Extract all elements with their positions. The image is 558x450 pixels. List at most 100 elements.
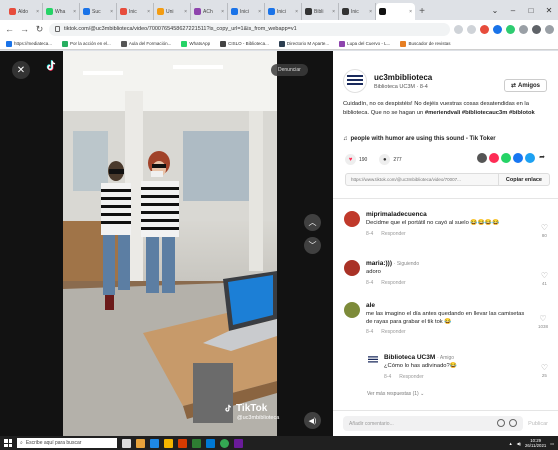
reply-author[interactable]: Biblioteca UC3M	[384, 354, 435, 361]
app-icon[interactable]	[136, 438, 145, 448]
new-tab-button[interactable]: +	[415, 3, 429, 20]
browser-tab[interactable]: Inici ×	[265, 3, 302, 20]
tab-close-icon[interactable]: ×	[221, 9, 224, 15]
reply-button[interactable]: Responder	[381, 280, 405, 286]
browser-tab[interactable]: Inic ×	[339, 3, 376, 20]
copy-link-button[interactable]: Copiar enlace	[497, 174, 549, 185]
hashtags[interactable]: #meriendvali #bibliotecauc3m #biblotok	[425, 110, 535, 116]
comment-like[interactable]: ♡ 41	[541, 271, 548, 286]
author-username[interactable]: uc3mbiblioteca	[374, 73, 432, 82]
app-icon[interactable]	[178, 438, 187, 448]
heart-icon[interactable]: ♡	[539, 314, 546, 323]
tab-close-icon[interactable]: ×	[258, 9, 261, 15]
share-icon[interactable]	[454, 24, 463, 34]
twitter-icon[interactable]	[525, 153, 535, 163]
taskbar-search[interactable]: ⌕ Escribe aquí para buscar	[17, 438, 117, 448]
puzzle-icon[interactable]	[519, 24, 528, 34]
commenter-avatar[interactable]	[344, 302, 360, 318]
browser-tab[interactable]: Inic ×	[117, 3, 154, 20]
browser-tab[interactable]: Wha ×	[43, 3, 80, 20]
comment-like[interactable]: ♡ 80	[541, 223, 548, 238]
share-friends-icon[interactable]	[489, 153, 499, 163]
clock[interactable]: 10:29 26/11/2021	[525, 438, 546, 448]
tab-close-icon[interactable]: ×	[184, 9, 187, 15]
forward-button[interactable]: →	[19, 24, 30, 35]
commenter-avatar[interactable]	[344, 260, 360, 276]
app-icon[interactable]	[234, 438, 243, 448]
more-replies-link[interactable]: Ver más respuestas (1) ⌄	[367, 391, 424, 397]
comment-like[interactable]: ♡ 1038	[538, 314, 548, 329]
notifications-icon[interactable]: ▭	[550, 441, 554, 446]
close-window-button[interactable]: ✕	[540, 0, 558, 20]
emoji-icon[interactable]	[509, 418, 518, 427]
tab-close-icon[interactable]: ×	[73, 9, 76, 15]
chrome-icon[interactable]	[220, 438, 229, 448]
network-icon[interactable]: ▲	[509, 441, 513, 446]
video-player[interactable]	[63, 51, 277, 436]
commenter-name[interactable]: ale	[366, 302, 375, 309]
tab-search-icon[interactable]: ⌄	[486, 0, 504, 20]
previous-video-button[interactable]: ︿	[304, 214, 321, 231]
app-icon[interactable]	[164, 438, 173, 448]
maximize-button[interactable]: □	[522, 0, 540, 20]
author-info[interactable]: uc3mbiblioteca Biblioteca UC3M · 8-4	[343, 69, 432, 93]
bookmark-item[interactable]: https://mediateca...	[6, 40, 52, 47]
commenter-name[interactable]: maria:)))	[366, 260, 392, 267]
reload-button[interactable]: ↻	[34, 24, 45, 35]
facebook-icon[interactable]	[513, 153, 523, 163]
bookmark-item[interactable]: CISLO - Biblioteca...	[220, 40, 269, 47]
reply-button[interactable]: Responder	[381, 329, 405, 335]
tab-close-icon[interactable]: ×	[36, 9, 39, 15]
app-icon[interactable]	[192, 438, 201, 448]
reply-like[interactable]: ♡ 25	[541, 363, 548, 378]
menu-icon[interactable]	[545, 24, 554, 34]
bookmark-item[interactable]: Directorio M Aparte...	[278, 40, 329, 47]
post-comment-button[interactable]: Publicar	[528, 421, 548, 427]
mention-icon[interactable]	[496, 418, 505, 427]
bookmark-star-icon[interactable]	[467, 24, 476, 34]
report-button[interactable]: Denunciar	[271, 64, 308, 76]
browser-tab[interactable]: Bibli ×	[302, 3, 339, 20]
commenter-avatar[interactable]	[344, 211, 360, 227]
bookmark-item[interactable]: Buscador de revistas	[400, 40, 450, 47]
browser-tab[interactable]: Uni ×	[154, 3, 191, 20]
back-button[interactable]: ←	[4, 24, 15, 35]
friends-button[interactable]: ⇄ Amigos	[503, 79, 547, 92]
music-link[interactable]: ♫ people with humor are using this sound…	[343, 136, 496, 142]
app-icon[interactable]	[206, 438, 215, 448]
embed-icon[interactable]	[477, 153, 487, 163]
heart-icon[interactable]: ♡	[541, 271, 548, 280]
tab-close-icon[interactable]: ×	[409, 9, 412, 15]
next-video-button[interactable]: ﹀	[304, 237, 321, 254]
author-avatar[interactable]	[343, 69, 367, 93]
reply-avatar[interactable]	[367, 354, 379, 366]
browser-tab[interactable]: Inici ×	[228, 3, 265, 20]
whatsapp-icon[interactable]	[501, 153, 511, 163]
bookmark-item[interactable]: Aula del Formación...	[120, 40, 171, 47]
comment-icon[interactable]: ●	[379, 154, 391, 165]
post-link[interactable]: https://www.tiktok.com/@uc3mbiblioteca/v…	[346, 177, 498, 182]
browser-tab[interactable]: ×	[376, 3, 415, 20]
volume-icon[interactable]: ◀)	[304, 412, 321, 429]
extension-icon[interactable]	[506, 24, 515, 34]
tab-close-icon[interactable]: ×	[332, 9, 335, 15]
tab-close-icon[interactable]: ×	[147, 9, 150, 15]
tab-close-icon[interactable]: ×	[369, 9, 372, 15]
tab-close-icon[interactable]: ×	[295, 9, 298, 15]
more-share-icon[interactable]: ➦	[537, 153, 547, 163]
heart-icon[interactable]: ♡	[541, 363, 548, 372]
app-icon[interactable]	[150, 438, 159, 448]
bookmark-item[interactable]: Por la acción en el...	[62, 40, 111, 47]
extension-icon[interactable]	[480, 24, 489, 34]
browser-tab[interactable]: ACh ×	[191, 3, 228, 20]
reply-button[interactable]: Responder	[399, 374, 423, 380]
address-bar[interactable]: tiktok.com/@uc3mbiblioteca/video/7000765…	[49, 22, 450, 36]
browser-tab[interactable]: Aldo ×	[6, 3, 43, 20]
browser-tab[interactable]: Suc ×	[80, 3, 117, 20]
volume-tray-icon[interactable]: ◀)	[517, 441, 521, 446]
extension-icon[interactable]	[493, 24, 502, 34]
profile-icon[interactable]	[532, 24, 541, 34]
reply-button[interactable]: Responder	[381, 231, 405, 237]
bookmark-item[interactable]: WhatsApp	[181, 40, 210, 47]
close-video-button[interactable]: ✕	[12, 61, 30, 79]
